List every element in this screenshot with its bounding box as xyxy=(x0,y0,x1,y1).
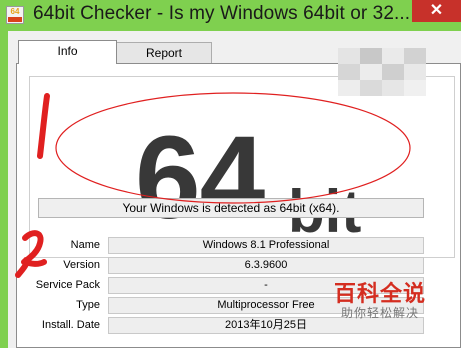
app-icon-bar xyxy=(8,17,22,22)
tab-info[interactable]: Info xyxy=(18,40,117,64)
app-icon-text: 64 xyxy=(10,7,20,16)
name-label: Name xyxy=(70,239,100,251)
blurred-region xyxy=(338,48,430,98)
bitness-number: 64 xyxy=(135,112,265,244)
tab-report[interactable]: Report xyxy=(116,42,212,64)
detection-message: Your Windows is detected as 64bit (x64). xyxy=(38,198,424,218)
version-label: Version xyxy=(63,259,100,271)
app-window: 64 64bit Checker - Is my Windows 64bit o… xyxy=(0,0,461,348)
close-icon: ✕ xyxy=(429,2,444,19)
watermark-subtitle: 助你轻松解决 xyxy=(341,306,420,320)
window-title: 64bit Checker - Is my Windows 64bit or 3… xyxy=(33,3,411,24)
close-button[interactable]: ✕ xyxy=(412,0,461,22)
title-bar[interactable]: 64 64bit Checker - Is my Windows 64bit o… xyxy=(0,0,461,31)
type-label: Type xyxy=(76,299,100,311)
version-value: 6.3.9600 xyxy=(108,257,424,274)
name-value: Windows 8.1 Professional xyxy=(108,237,424,254)
service-pack-label: Service Pack xyxy=(35,279,100,291)
install-date-label: Install. Date xyxy=(41,319,100,331)
result-box: 64 bit xyxy=(29,76,455,258)
app-icon: 64 xyxy=(6,6,24,24)
